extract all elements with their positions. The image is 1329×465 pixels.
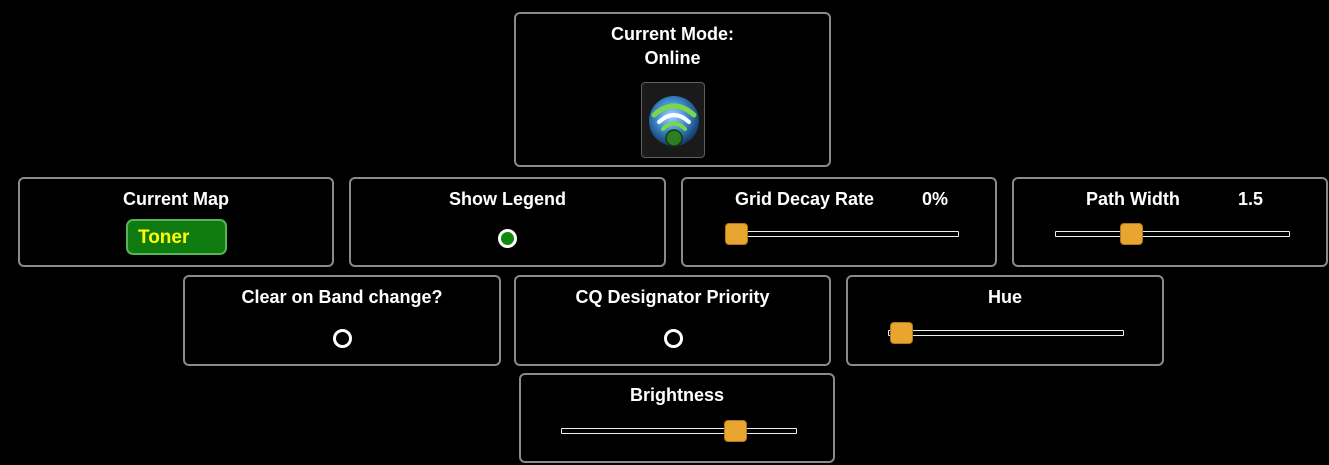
hue-slider-track[interactable]: [888, 330, 1124, 336]
clear-band-label: Clear on Band change?: [241, 287, 443, 307]
hue-slider-thumb[interactable]: [890, 322, 913, 344]
current-mode-value: Online: [644, 48, 701, 68]
clear-band-panel: Clear on Band change?: [183, 275, 501, 366]
show-legend-toggle[interactable]: [498, 229, 517, 248]
cq-priority-toggle[interactable]: [664, 329, 683, 348]
show-legend-panel: Show Legend: [349, 177, 666, 267]
mode-toggle-button[interactable]: [641, 82, 705, 158]
grid-decay-panel: Grid Decay Rate 0%: [681, 177, 997, 267]
path-width-label: Path Width: [1086, 189, 1180, 209]
path-width-slider-track[interactable]: [1055, 231, 1290, 237]
cq-priority-panel: CQ Designator Priority: [514, 275, 831, 366]
hue-label: Hue: [987, 287, 1022, 307]
map-select-button[interactable]: Toner: [126, 219, 227, 255]
clear-band-toggle[interactable]: [333, 329, 352, 348]
show-legend-label: Show Legend: [449, 189, 566, 209]
grid-decay-value: 0%: [922, 189, 949, 209]
brightness-slider-track[interactable]: [561, 428, 797, 434]
hue-panel: Hue: [846, 275, 1164, 366]
path-width-slider-thumb[interactable]: [1120, 223, 1143, 245]
grid-decay-slider-thumb[interactable]: [725, 223, 748, 245]
wifi-globe-icon: [649, 96, 699, 147]
brightness-label: Brightness: [629, 385, 725, 405]
grid-decay-label: Grid Decay Rate: [735, 189, 875, 209]
current-map-panel: Current Map Toner: [18, 177, 334, 267]
current-map-label: Current Map: [122, 189, 229, 209]
grid-decay-slider-track[interactable]: [725, 231, 959, 237]
current-mode-panel: Current Mode: Online: [514, 12, 831, 167]
cq-priority-label: CQ Designator Priority: [575, 287, 770, 307]
path-width-value: 1.5: [1238, 189, 1264, 209]
path-width-panel: Path Width 1.5: [1012, 177, 1328, 267]
brightness-slider-thumb[interactable]: [724, 420, 747, 442]
brightness-panel: Brightness: [519, 373, 835, 463]
current-mode-label: Current Mode:: [611, 24, 734, 44]
